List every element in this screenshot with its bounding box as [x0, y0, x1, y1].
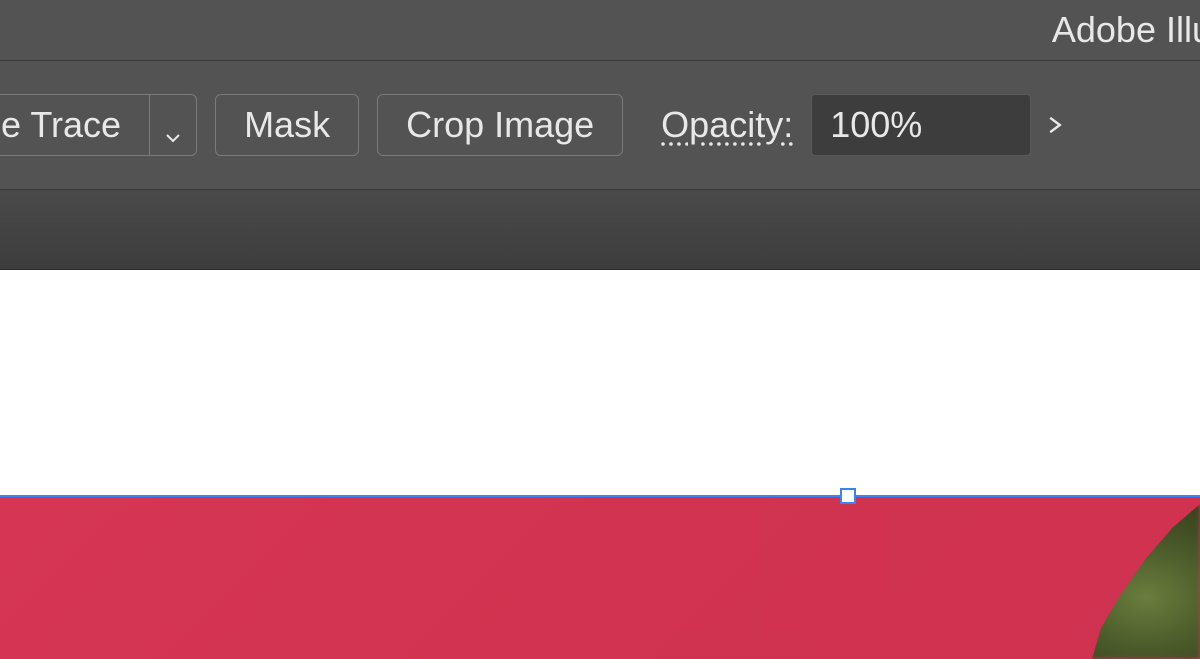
- placed-image[interactable]: [0, 496, 1200, 659]
- canvas-area[interactable]: [0, 270, 1200, 659]
- opacity-input[interactable]: [811, 94, 1031, 156]
- mask-label: Mask: [244, 104, 330, 146]
- crop-image-label: Crop Image: [406, 104, 594, 146]
- selection-handle[interactable]: [840, 488, 856, 504]
- selection-edge[interactable]: [0, 495, 1200, 497]
- image-trace-dropdown[interactable]: [149, 94, 197, 156]
- opacity-label[interactable]: Opacity:: [661, 104, 793, 146]
- title-bar: Adobe Illust: [0, 0, 1200, 60]
- image-trace-label: e Trace: [1, 104, 121, 146]
- app-title: Adobe Illust: [1052, 9, 1200, 51]
- control-bar: e Trace Mask Crop Image Opacity:: [0, 60, 1200, 190]
- crop-image-button[interactable]: Crop Image: [377, 94, 623, 156]
- overflow-chevron-icon[interactable]: [1043, 104, 1067, 146]
- sub-toolbar: [0, 190, 1200, 270]
- mask-button[interactable]: Mask: [215, 94, 359, 156]
- image-trace-button[interactable]: e Trace: [0, 94, 149, 156]
- chevron-down-icon: [163, 115, 183, 135]
